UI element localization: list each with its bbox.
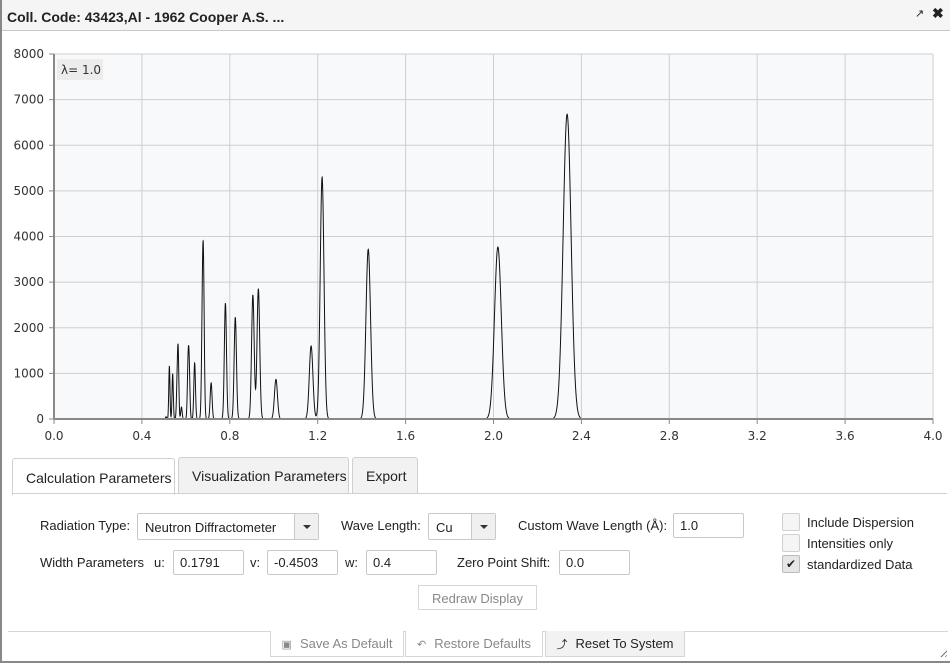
- custom-wave-length-label: Custom Wave Length (Å):: [518, 518, 668, 533]
- tab-visualization-parameters[interactable]: Visualization Parameters: [178, 457, 349, 494]
- reset-icon: ⤴: [556, 639, 568, 651]
- peak-point: [251, 293, 254, 296]
- restore-defaults-button[interactable]: ↶ Restore Defaults: [405, 631, 543, 657]
- y-tick-label: 4000: [13, 230, 44, 244]
- zero-point-shift-input[interactable]: [559, 550, 630, 575]
- radiation-type-select[interactable]: Neutron Diffractometer: [137, 513, 319, 540]
- peak-point: [234, 316, 237, 319]
- u-input[interactable]: [173, 550, 244, 575]
- title-bar: Coll. Code: 43423,Al - 1962 Cooper A.S. …: [2, 0, 950, 31]
- include-dispersion-label: Include Dispersion: [807, 515, 914, 530]
- y-tick-label: 0: [36, 412, 44, 426]
- w-label: w:: [345, 555, 358, 570]
- x-axis-ticks: 0.0 0.4 0.8 1.2 1.6 2.0 2.4 2.8 3.2 3.6 4.0: [44, 419, 943, 443]
- y-tick-label: 8000: [13, 47, 44, 61]
- width-parameters-label: Width Parameters: [40, 555, 145, 570]
- y-tick-label: 7000: [13, 93, 44, 107]
- x-tick-label: 2.0: [484, 429, 503, 443]
- wavelength-annotation: λ= 1.0: [61, 63, 101, 77]
- standardized-data-checkbox[interactable]: ✔: [782, 555, 800, 573]
- peak-point: [210, 381, 213, 384]
- custom-wave-length-input[interactable]: [673, 513, 744, 538]
- peak-point: [188, 370, 191, 373]
- intensities-only-label: Intensities only: [807, 536, 893, 551]
- save-as-default-button[interactable]: ▣ Save As Default: [270, 631, 404, 657]
- radiation-type-value: Neutron Diffractometer: [145, 520, 277, 535]
- peak-point: [274, 378, 277, 381]
- peak-point: [193, 361, 196, 364]
- wave-length-value: Cu: [436, 520, 453, 535]
- x-tick-label: 0.8: [220, 429, 239, 443]
- peak-point: [224, 302, 227, 305]
- x-tick-label: 1.6: [396, 429, 415, 443]
- peak-point: [496, 245, 499, 248]
- chart-svg: 0 1000 2000 3000 4000 5000 6000 7000 8000 0.0 0.4…: [13, 47, 943, 443]
- peak-point: [165, 415, 168, 418]
- x-tick-label: 3.6: [836, 429, 855, 443]
- peak-point: [168, 365, 171, 368]
- w-input[interactable]: [366, 550, 437, 575]
- redraw-display-button[interactable]: Redraw Display: [418, 585, 537, 610]
- y-tick-label: 6000: [13, 138, 44, 152]
- diffraction-chart: 0 1000 2000 3000 4000 5000 6000 7000 8000 0.0 0.4…: [2, 40, 950, 450]
- x-tick-label: 2.4: [572, 429, 591, 443]
- checkmark-icon: ✔: [785, 557, 797, 571]
- chevron-down-icon: [471, 514, 495, 539]
- x-tick-label: 1.2: [308, 429, 327, 443]
- peak-point: [177, 351, 180, 354]
- y-tick-label: 1000: [13, 366, 44, 380]
- standardized-data-label: standardized Data: [807, 557, 913, 572]
- v-label: v:: [250, 555, 261, 570]
- tab-calculation-parameters[interactable]: Calculation Parameters: [12, 458, 175, 495]
- undo-icon: ↶: [416, 639, 427, 651]
- save-as-default-label: Save As Default: [299, 636, 393, 651]
- y-tick-label: 5000: [13, 184, 44, 198]
- peak-point: [310, 345, 313, 348]
- peak-point: [367, 248, 370, 251]
- peak-point: [176, 387, 179, 390]
- peak-point: [257, 287, 260, 290]
- x-tick-label: 0.4: [132, 429, 151, 443]
- restore-defaults-label: Restore Defaults: [434, 636, 532, 651]
- reset-to-system-label: Reset To System: [575, 636, 674, 651]
- y-axis-ticks: 0 1000 2000 3000 4000 5000 6000 7000 8000: [13, 47, 54, 426]
- external-link-icon[interactable]: ↗︎: [915, 7, 924, 20]
- zero-point-shift-label: Zero Point Shift:: [457, 555, 551, 570]
- x-tick-label: 4.0: [923, 429, 942, 443]
- close-icon[interactable]: ✖: [932, 5, 944, 22]
- peak-point: [202, 284, 205, 287]
- u-label: u:: [154, 555, 165, 570]
- x-tick-label: 0.0: [44, 429, 63, 443]
- chevron-down-icon: [294, 514, 318, 539]
- diffraction-dialog: Coll. Code: 43423,Al - 1962 Cooper A.S. …: [0, 0, 950, 663]
- peak-point: [201, 339, 204, 342]
- include-dispersion-checkbox[interactable]: [782, 513, 800, 531]
- x-tick-label: 3.2: [748, 429, 767, 443]
- v-input[interactable]: [267, 550, 338, 575]
- y-tick-label: 2000: [13, 321, 44, 335]
- peak-point: [171, 372, 174, 375]
- intensities-only-checkbox[interactable]: [782, 534, 800, 552]
- resize-handle[interactable]: [938, 648, 947, 657]
- tab-export[interactable]: Export: [352, 457, 418, 494]
- wave-length-select[interactable]: Cu: [428, 513, 496, 540]
- wave-length-label: Wave Length:: [341, 518, 421, 533]
- peak-point: [566, 113, 569, 116]
- y-tick-label: 3000: [13, 275, 44, 289]
- dialog-title: Coll. Code: 43423,Al - 1962 Cooper A.S. …: [7, 9, 285, 25]
- peak-point: [180, 406, 183, 409]
- radiation-type-label: Radiation Type:: [40, 518, 131, 533]
- peak-point: [321, 176, 324, 179]
- x-tick-label: 2.8: [660, 429, 679, 443]
- save-icon: ▣: [281, 639, 292, 651]
- tab-divider: [12, 493, 947, 494]
- reset-to-system-button[interactable]: ⤴ Reset To System: [545, 631, 685, 657]
